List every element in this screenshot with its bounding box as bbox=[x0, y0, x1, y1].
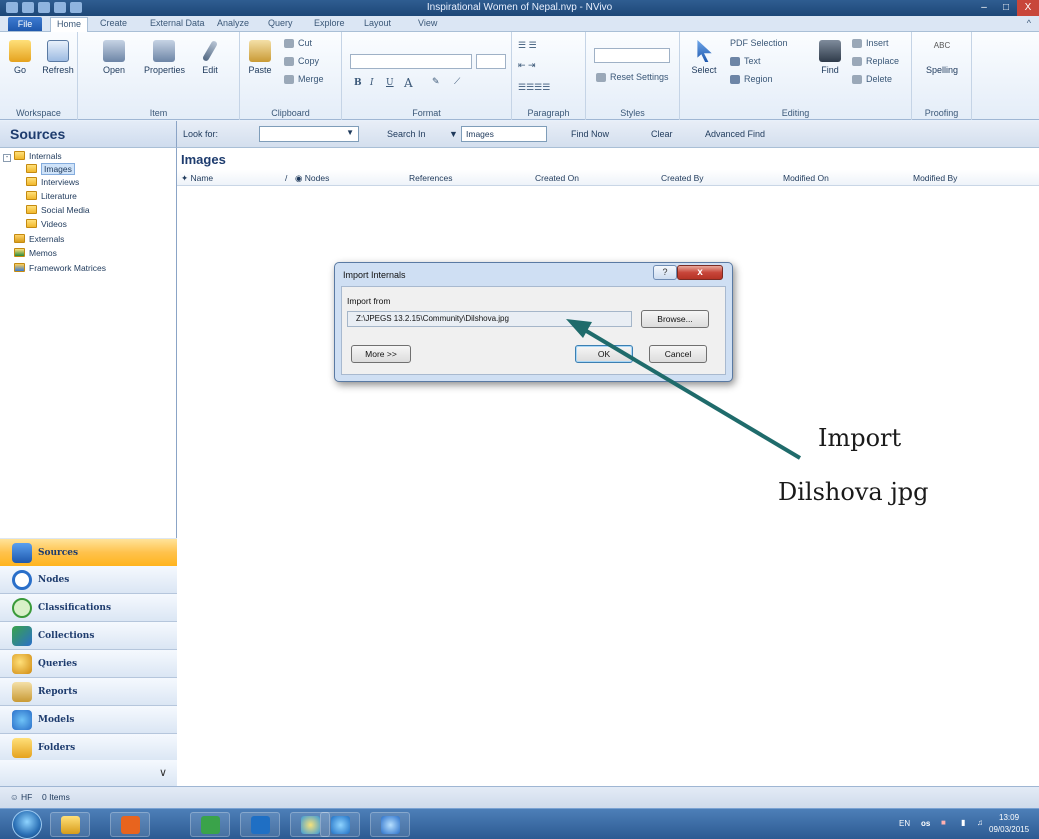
arrow-shaft bbox=[576, 324, 802, 460]
annotation-line-2: Dilshova jpg bbox=[778, 478, 929, 506]
annotation-line-1: Import bbox=[818, 424, 902, 452]
arrow-head bbox=[566, 319, 592, 338]
annotation-arrow bbox=[566, 319, 802, 460]
